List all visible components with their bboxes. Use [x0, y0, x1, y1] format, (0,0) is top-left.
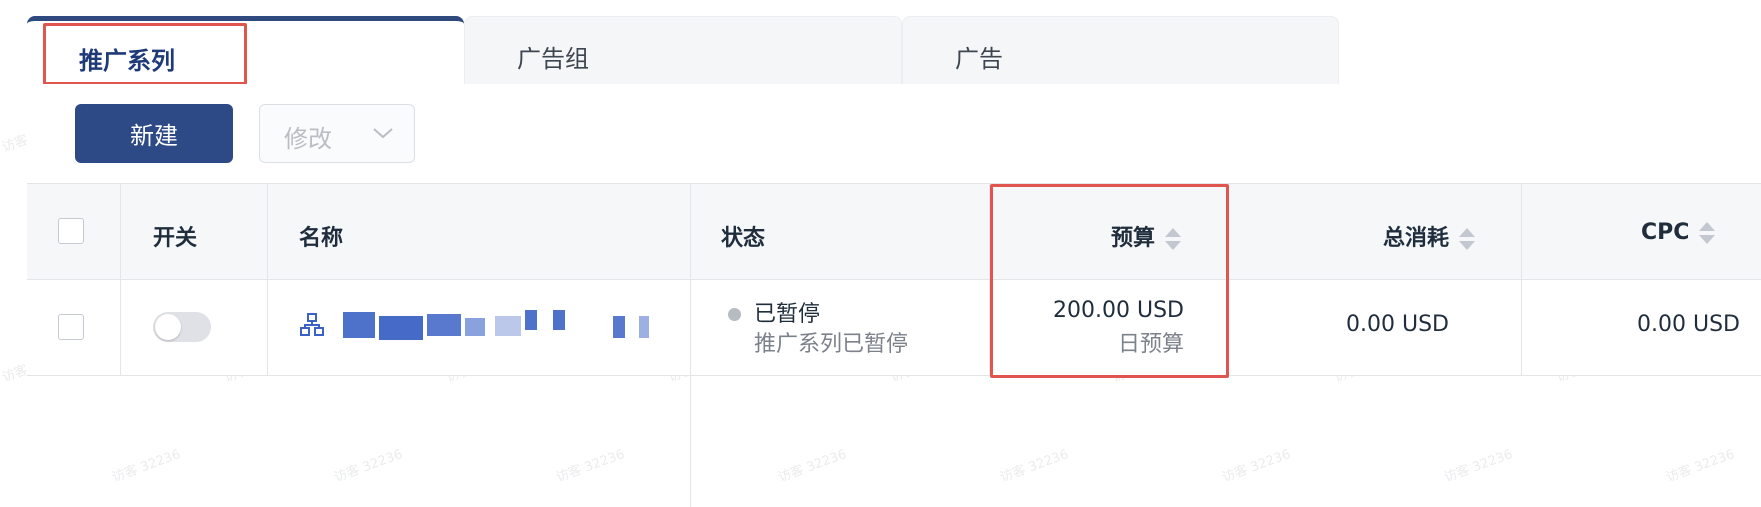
- header-name: 名称: [299, 226, 344, 251]
- column-divider: [690, 183, 691, 507]
- header-cpc[interactable]: CPC: [1641, 220, 1716, 245]
- sort-icon[interactable]: [1699, 222, 1716, 244]
- toggle-knob: [155, 314, 181, 340]
- tab-ad-groups[interactable]: 广告组: [464, 16, 902, 84]
- select-all-checkbox[interactable]: [58, 218, 84, 244]
- status-toggle[interactable]: [153, 312, 211, 342]
- budget-highlight-box: [990, 184, 1229, 378]
- chevron-down-icon: [372, 125, 394, 144]
- status-dot: [728, 308, 741, 321]
- campaign-structure-icon: [299, 312, 325, 342]
- total-spend-value: 0.00 USD: [1346, 312, 1449, 337]
- header-status: 状态: [721, 226, 766, 251]
- sort-icon[interactable]: [1459, 228, 1476, 250]
- status-detail: 推广系列已暂停: [754, 332, 909, 357]
- header-total-spend-label: 总消耗: [1383, 226, 1450, 251]
- header-cpc-label: CPC: [1641, 220, 1690, 245]
- row-checkbox[interactable]: [58, 314, 84, 340]
- tab-ads-label: 广告: [955, 45, 1003, 73]
- header-total-spend[interactable]: 总消耗: [1383, 220, 1476, 252]
- status-text: 已暂停: [754, 302, 821, 327]
- edit-dropdown-label: 修改: [284, 125, 332, 153]
- tab-bar: 推广系列 广告组 广告: [0, 0, 1761, 84]
- campaign-name-link[interactable]: [339, 308, 669, 344]
- tab-ad-groups-label: 广告组: [517, 45, 589, 73]
- table-row: 已暂停 推广系列已暂停 200.00 USD 日预算 0.00 USD 0.00…: [27, 280, 1761, 376]
- column-divider: [267, 183, 268, 376]
- column-divider: [120, 183, 121, 376]
- table-header: 开关 名称 状态 预算 总消耗 CPC: [27, 183, 1761, 280]
- campaign-table: 开关 名称 状态 预算 总消耗 CPC 已暂停 推广系列已暂停 200.00 U…: [27, 183, 1761, 507]
- tab-highlight-box: [43, 23, 247, 85]
- edit-dropdown[interactable]: 修改: [259, 104, 415, 163]
- new-button[interactable]: 新建: [75, 104, 233, 163]
- tab-ads[interactable]: 广告: [902, 16, 1339, 84]
- cpc-value: 0.00 USD: [1637, 312, 1740, 337]
- column-divider: [1521, 183, 1522, 376]
- header-switch: 开关: [153, 226, 198, 251]
